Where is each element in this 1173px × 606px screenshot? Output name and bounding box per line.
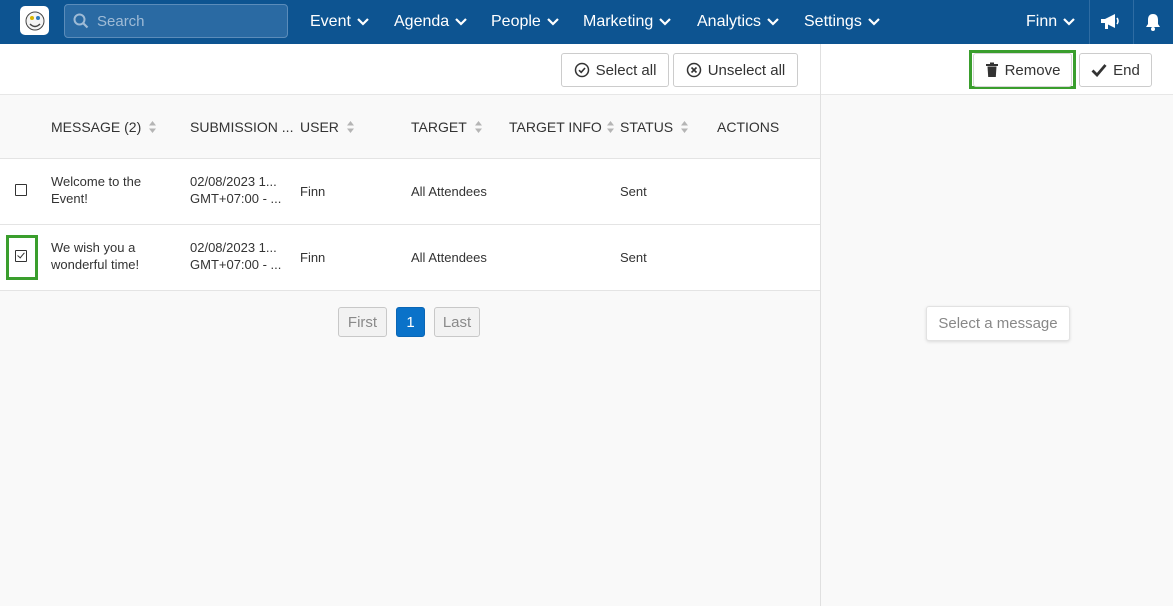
column-header-status[interactable]: STATUS (620, 95, 689, 159)
column-label: ACTIONS (717, 119, 780, 135)
list-toolbar: Select all Unselect all (0, 44, 820, 95)
detail-toolbar: Remove End (821, 44, 1173, 95)
message-list-panel: Select all Unselect all MESSAGE (2) SUBM… (0, 44, 820, 606)
check-icon (1091, 64, 1107, 77)
search-icon (73, 13, 89, 29)
nav-marketing-label: Marketing (583, 13, 654, 30)
column-header-user[interactable]: USER (300, 95, 355, 159)
target-cell: All Attendees (411, 250, 487, 265)
chevron-down-icon (357, 18, 369, 26)
column-header-target[interactable]: TARGET (411, 95, 483, 159)
bell-icon (1146, 14, 1160, 31)
chevron-down-icon (455, 18, 467, 26)
nav-analytics-label: Analytics (697, 13, 762, 30)
column-header-message[interactable]: MESSAGE (2) (51, 95, 157, 159)
sort-icon (606, 121, 614, 133)
user-menu[interactable]: Finn (1026, 0, 1075, 44)
column-label: SUBMISSION ... (190, 119, 294, 135)
chevron-down-icon (767, 18, 779, 26)
chevron-down-icon (547, 18, 559, 26)
column-label: USER (300, 119, 339, 135)
nav-divider (1089, 0, 1090, 44)
message-cell: Welcome to the Event! (51, 173, 141, 207)
message-cell: We wish you a wonderful time! (51, 239, 139, 273)
logo-icon (25, 11, 44, 30)
search-input[interactable] (97, 12, 277, 30)
nav-people[interactable]: People (491, 0, 559, 44)
user-name: Finn (1026, 13, 1058, 30)
submission-cell: 02/08/2023 1... GMT+07:00 - ... (190, 173, 281, 207)
table-row[interactable]: We wish you a wonderful time! 02/08/2023 … (0, 225, 820, 291)
nav-event-label: Event (310, 13, 351, 30)
row-checkbox[interactable] (15, 184, 27, 196)
trash-icon (985, 62, 998, 77)
pagination-first-button[interactable]: First (338, 307, 387, 337)
target-cell: All Attendees (411, 184, 487, 199)
remove-button[interactable]: Remove (973, 53, 1072, 87)
unselect-all-button[interactable]: Unselect all (673, 53, 798, 87)
user-cell: Finn (300, 184, 326, 199)
select-message-placeholder: Select a message (926, 306, 1070, 341)
nav-agenda[interactable]: Agenda (394, 0, 467, 44)
column-label: TARGET INFO (509, 119, 602, 135)
nav-analytics[interactable]: Analytics (697, 0, 779, 44)
sort-icon (149, 121, 157, 133)
end-label: End (1113, 61, 1140, 79)
unselect-all-label: Unselect all (707, 61, 786, 79)
nav-people-label: People (491, 13, 541, 30)
x-circle-icon (686, 62, 701, 78)
status-cell: Sent (620, 184, 647, 199)
status-cell: Sent (620, 250, 647, 265)
notifications-button[interactable] (1138, 0, 1168, 44)
pagination-last-button[interactable]: Last (434, 307, 480, 337)
select-all-button[interactable]: Select all (561, 53, 669, 87)
pagination-page-button[interactable]: 1 (396, 307, 425, 337)
column-label: TARGET (411, 119, 467, 135)
check-circle-icon (574, 62, 589, 78)
submission-cell: 02/08/2023 1... GMT+07:00 - ... (190, 239, 281, 273)
submission-timezone: GMT+07:00 - ... (190, 191, 282, 206)
message-text: Welcome to the (51, 174, 142, 189)
top-navbar: Event Agenda People Marketing Analytics … (0, 0, 1173, 44)
megaphone-icon (1101, 14, 1119, 29)
message-text: We wish you a (51, 240, 136, 255)
message-text: Event! (51, 191, 88, 206)
app-logo[interactable] (20, 6, 49, 35)
remove-label: Remove (1004, 61, 1061, 79)
submission-date: 02/08/2023 1... (190, 174, 277, 189)
column-header-target-info[interactable]: TARGET INFO (509, 95, 615, 159)
chevron-down-icon (868, 18, 880, 26)
nav-agenda-label: Agenda (394, 13, 450, 30)
nav-divider (1133, 0, 1134, 44)
message-detail-panel: Remove End Select a message (820, 44, 1173, 606)
nav-event[interactable]: Event (310, 0, 369, 44)
table-row[interactable]: Welcome to the Event! 02/08/2023 1... GMT+… (0, 159, 820, 225)
table-header: MESSAGE (2) SUBMISSION ... USER TARGET T… (0, 95, 820, 159)
message-text: wonderful time! (51, 257, 140, 272)
announcements-button[interactable] (1095, 0, 1125, 44)
column-header-submission[interactable]: SUBMISSION ... (190, 95, 295, 159)
chevron-down-icon (659, 18, 672, 26)
user-cell: Finn (300, 250, 326, 265)
search-box[interactable] (64, 4, 288, 38)
sort-icon (681, 121, 689, 133)
nav-settings[interactable]: Settings (804, 0, 880, 44)
submission-timezone: GMT+07:00 - ... (190, 257, 282, 272)
column-label: MESSAGE (2) (51, 119, 142, 135)
column-label: STATUS (620, 119, 674, 135)
end-button[interactable]: End (1079, 53, 1152, 87)
chevron-down-icon (1063, 18, 1075, 26)
sort-icon (346, 121, 354, 133)
sort-icon (474, 121, 482, 133)
nav-settings-label: Settings (804, 13, 862, 30)
highlight-box (6, 235, 38, 280)
column-header-actions: ACTIONS (717, 95, 779, 159)
select-all-label: Select all (595, 61, 657, 79)
nav-marketing[interactable]: Marketing (583, 0, 672, 44)
submission-date: 02/08/2023 1... (190, 240, 277, 255)
